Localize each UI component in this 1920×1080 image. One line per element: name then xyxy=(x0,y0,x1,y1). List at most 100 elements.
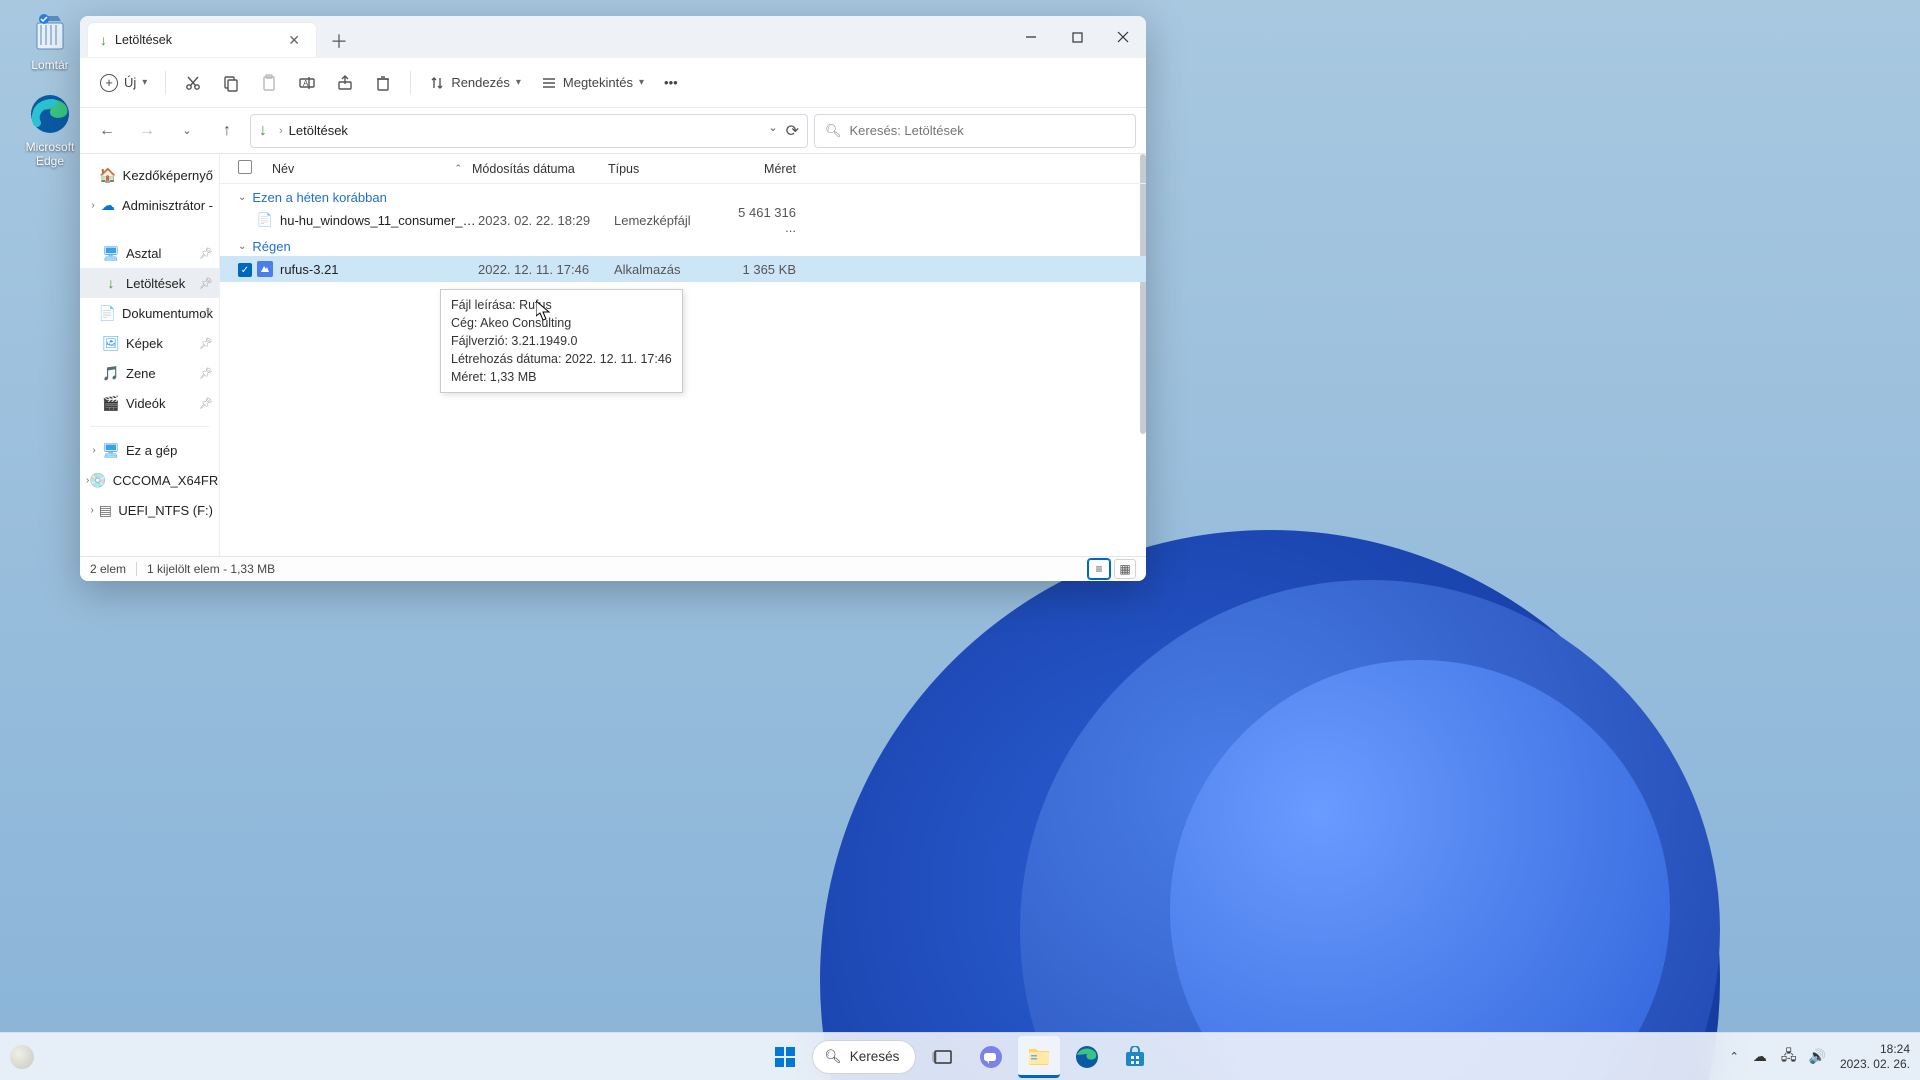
status-bar: 2 elem 1 kijelölt elem - 1,33 MB ≡ ▦ xyxy=(80,556,1146,581)
tab-close-button[interactable]: ✕ xyxy=(282,30,306,51)
delete-button[interactable] xyxy=(366,65,400,101)
up-button[interactable]: ↑ xyxy=(210,114,244,148)
search-box[interactable]: 🔍︎ xyxy=(814,114,1136,148)
explorer-window: ↓ Letöltések ✕ ＋ +Új▾ A Rendezés▾ Megtek… xyxy=(80,16,1146,581)
pin-icon: 📌︎ xyxy=(199,367,213,380)
group-old[interactable]: ⌄Régen xyxy=(220,233,1146,256)
toolbar: +Új▾ A Rendezés▾ Megtekintés▾ ••• xyxy=(80,58,1146,108)
tab-downloads[interactable]: ↓ Letöltések ✕ xyxy=(88,23,316,57)
tray-chevron[interactable]: ⌃ xyxy=(1730,1050,1739,1063)
item-count: 2 elem xyxy=(90,562,126,576)
disc-image-icon: 📄 xyxy=(256,212,274,228)
search-input[interactable] xyxy=(850,123,1125,138)
col-modified[interactable]: Módosítás dátuma xyxy=(472,162,608,176)
back-button[interactable]: ← xyxy=(90,114,124,148)
pin-icon: 📌︎ xyxy=(199,397,213,410)
document-icon: 📄 xyxy=(99,305,116,322)
file-row-rufus[interactable]: ✓ rufus-3.21 2022. 12. 11. 17:46 Alkalma… xyxy=(220,256,1146,282)
desktop-icon-recycle-bin[interactable]: Lomtár xyxy=(12,8,88,72)
chevron-right-icon: › xyxy=(279,125,283,137)
volume-icon[interactable]: 🔊 xyxy=(1809,1048,1826,1065)
label: Microsoft Edge xyxy=(12,140,88,168)
sidebar-item-pictures[interactable]: 🖼Képek📌︎ xyxy=(80,328,219,358)
sidebar-item-music[interactable]: 🎵Zene📌︎ xyxy=(80,358,219,388)
chat-button[interactable] xyxy=(970,1036,1012,1078)
sidebar-item-drive2[interactable]: ›▤UEFI_NTFS (F:) xyxy=(80,495,219,525)
sidebar-item-videos[interactable]: 🎬Videók📌︎ xyxy=(80,388,219,418)
search-icon: 🔍︎ xyxy=(825,1049,842,1065)
sort-asc-icon: ⌃ xyxy=(454,163,462,174)
select-all-checkbox[interactable] xyxy=(238,160,252,174)
address-bar[interactable]: ↓ › Letöltések ⌄ ⟳ xyxy=(250,114,808,148)
sidebar-item-desktop[interactable]: 🖥Asztal📌︎ xyxy=(80,238,219,268)
history-dropdown[interactable]: ⌄ xyxy=(768,121,777,141)
maximize-button[interactable] xyxy=(1054,16,1100,58)
col-type[interactable]: Típus xyxy=(608,162,720,176)
breadcrumb[interactable]: Letöltések xyxy=(289,123,348,138)
more-button[interactable]: ••• xyxy=(656,65,686,101)
file-row-iso[interactable]: 📄 hu-hu_windows_11_consumer_editions... … xyxy=(220,207,1146,233)
sidebar-item-thispc[interactable]: ›🖥Ez a gép xyxy=(80,435,219,465)
close-button[interactable] xyxy=(1100,16,1146,58)
home-icon: 🏠 xyxy=(99,167,116,184)
clock[interactable]: 18:24 2023. 02. 26. xyxy=(1840,1042,1910,1072)
share-button[interactable] xyxy=(328,65,362,101)
new-tab-button[interactable]: ＋ xyxy=(324,26,354,56)
task-view-button[interactable] xyxy=(922,1036,964,1078)
copy-button[interactable] xyxy=(214,65,248,101)
download-icon: ↓ xyxy=(102,275,120,291)
app-icon xyxy=(256,261,274,277)
cut-button[interactable] xyxy=(176,65,210,101)
network-icon[interactable]: 🖧 xyxy=(1781,1045,1797,1069)
pin-icon: 📌︎ xyxy=(199,247,213,260)
rename-button[interactable]: A xyxy=(290,65,324,101)
explorer-button[interactable] xyxy=(1018,1036,1060,1078)
col-size[interactable]: Méret xyxy=(720,162,796,176)
pictures-icon: 🖼 xyxy=(102,335,120,352)
search-icon: 🔍︎ xyxy=(825,123,842,139)
col-name[interactable]: Név⌃ xyxy=(272,162,472,176)
paste-button[interactable] xyxy=(252,65,286,101)
pin-icon: 📌︎ xyxy=(199,307,213,320)
cursor-icon xyxy=(536,301,552,321)
icons-view-button[interactable]: ▦ xyxy=(1114,559,1136,579)
start-button[interactable] xyxy=(764,1036,806,1078)
sort-button[interactable]: Rendezés▾ xyxy=(421,65,529,101)
sidebar-item-home[interactable]: 🏠Kezdőképernyő xyxy=(80,160,219,190)
sidebar-item-downloads[interactable]: ↓Letöltések📌︎ xyxy=(80,268,219,298)
download-icon: ↓ xyxy=(100,32,107,48)
taskbar: 🔍︎Keresés ⌃ ☁ 🖧 🔊 18:24 2023. 02. 26. xyxy=(0,1032,1920,1080)
pc-icon: 🖥 xyxy=(102,442,120,459)
sidebar: 🏠Kezdőképernyő ›☁Adminisztrátor - 🖥Aszta… xyxy=(80,154,220,556)
file-list: Név⌃ Módosítás dátuma Típus Méret ⌄Ezen … xyxy=(220,154,1146,556)
forward-button[interactable]: → xyxy=(130,114,164,148)
music-icon: 🎵 xyxy=(102,365,120,382)
group-this-week[interactable]: ⌄Ezen a héten korábban xyxy=(220,184,1146,207)
details-view-button[interactable]: ≡ xyxy=(1088,559,1110,579)
desktop-icon: 🖥 xyxy=(102,245,120,262)
desktop-icon-edge[interactable]: Microsoft Edge xyxy=(12,90,88,168)
sidebar-item-documents[interactable]: 📄Dokumentumok📌︎ xyxy=(80,298,219,328)
video-icon: 🎬 xyxy=(102,395,120,412)
minimize-button[interactable] xyxy=(1008,16,1054,58)
row-checkbox[interactable]: ✓ xyxy=(238,263,252,277)
edge-button[interactable] xyxy=(1066,1036,1108,1078)
tab-title: Letöltések xyxy=(115,33,282,47)
file-tooltip: Fájl leírása: Rufus Cég: Akeo Consulting… xyxy=(440,289,683,393)
label: Lomtár xyxy=(12,58,88,72)
new-button[interactable]: +Új▾ xyxy=(92,65,155,101)
weather-widget[interactable] xyxy=(10,1045,34,1069)
view-button[interactable]: Megtekintés▾ xyxy=(533,65,652,101)
pin-icon: 📌︎ xyxy=(199,277,213,290)
drive-icon: ▤ xyxy=(98,502,112,519)
nav-row: ← → ⌄ ↑ ↓ › Letöltések ⌄ ⟳ 🔍︎ xyxy=(80,108,1146,154)
selection-info: 1 kijelölt elem - 1,33 MB xyxy=(147,562,275,576)
sidebar-item-drive1[interactable]: ›💿CCCOMA_X64FR xyxy=(80,465,219,495)
recent-dropdown[interactable]: ⌄ xyxy=(170,114,204,148)
sidebar-item-admin[interactable]: ›☁Adminisztrátor - xyxy=(80,190,219,220)
onedrive-tray-icon[interactable]: ☁ xyxy=(1753,1048,1767,1065)
drive-icon: 💿 xyxy=(89,472,106,489)
taskbar-search[interactable]: 🔍︎Keresés xyxy=(812,1040,917,1074)
store-button[interactable] xyxy=(1114,1036,1156,1078)
refresh-button[interactable]: ⟳ xyxy=(786,121,799,141)
